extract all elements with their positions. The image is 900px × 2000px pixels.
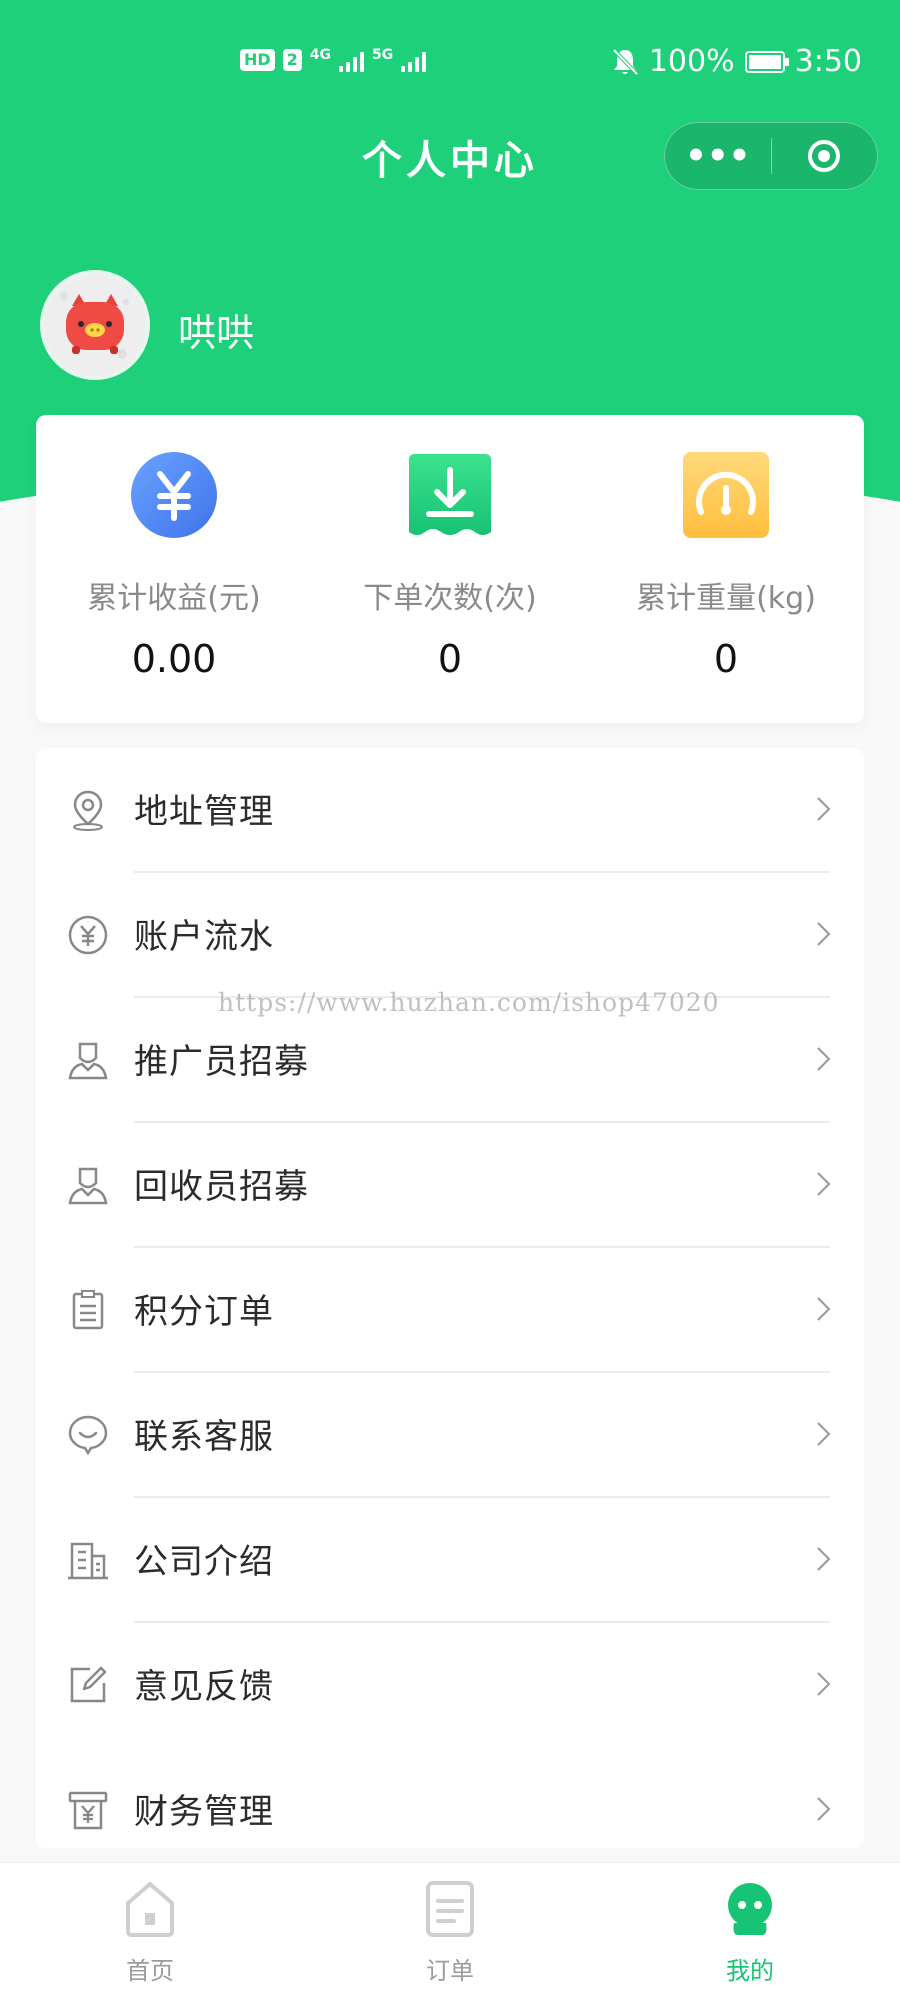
status-left: HD 2 4G 5G bbox=[240, 47, 427, 72]
battery-icon bbox=[744, 50, 789, 73]
menu-label: 意见反馈 bbox=[134, 1667, 274, 1707]
menu-item-account-flow[interactable]: 账户流水 bbox=[36, 873, 864, 998]
status-right: 100% 3:50 bbox=[611, 44, 862, 79]
personal-center-page: HD 2 4G 5G 100% 3:50 个人中心 ••• 哄哄 累计收益(元)… bbox=[0, 0, 900, 2000]
stat-earnings[interactable]: 累计收益(元) 0.00 bbox=[36, 415, 312, 723]
signal-icon-2 bbox=[401, 48, 427, 72]
menu-label: 财务管理 bbox=[134, 1792, 274, 1832]
signal-icon bbox=[339, 48, 365, 72]
target-icon bbox=[808, 140, 841, 172]
edit-icon bbox=[70, 1666, 107, 1703]
stat-label: 下单次数(次) bbox=[363, 581, 537, 616]
battery-percent: 100% bbox=[648, 44, 735, 79]
menu-item-points-orders[interactable]: 积分订单 bbox=[36, 1248, 864, 1373]
stat-label: 累计收益(元) bbox=[87, 581, 261, 616]
watermark: https://www.huzhan.com/ishop47020 bbox=[218, 988, 720, 1017]
profile-icon bbox=[728, 1883, 772, 1935]
menu-label: 账户流水 bbox=[134, 917, 274, 957]
chat-icon bbox=[68, 1415, 108, 1456]
home-icon bbox=[126, 1882, 174, 1937]
menu-label: 积分订单 bbox=[134, 1292, 274, 1332]
menu-label: 回收员招募 bbox=[134, 1167, 309, 1207]
clock: 3:50 bbox=[794, 44, 862, 79]
close-miniprogram-button[interactable] bbox=[772, 140, 878, 172]
pig-avatar-icon bbox=[44, 274, 146, 376]
hd-badge: HD bbox=[240, 49, 275, 71]
location-icon bbox=[73, 790, 103, 831]
menu-label: 地址管理 bbox=[134, 792, 274, 832]
network-5g-label: 5G bbox=[372, 47, 394, 63]
tab-bar: 首页 订单 我的 bbox=[0, 1862, 900, 2000]
chevron-right-icon bbox=[817, 1422, 831, 1446]
menu-label: 推广员招募 bbox=[134, 1042, 309, 1082]
tab-mine[interactable]: 我的 bbox=[600, 1863, 900, 2000]
stat-value: 0 bbox=[437, 637, 463, 681]
stat-orders[interactable]: 下单次数(次) 0 bbox=[312, 415, 588, 723]
tab-home[interactable]: 首页 bbox=[0, 1863, 300, 2000]
menu-item-feedback[interactable]: 意见反馈 bbox=[36, 1623, 864, 1748]
menu-item-address[interactable]: 地址管理 bbox=[36, 748, 864, 873]
menu-item-company-intro[interactable]: 公司介绍 bbox=[36, 1498, 864, 1623]
stat-weight[interactable]: 累计重量(kg) 0 bbox=[588, 415, 864, 723]
yuan-icon bbox=[131, 452, 217, 538]
stat-value: 0.00 bbox=[131, 637, 217, 681]
network-4g-label: 4G bbox=[309, 47, 332, 63]
menu-item-collector-recruit[interactable]: 回收员招募 bbox=[36, 1123, 864, 1248]
menu-card: 地址管理 账户流水 推广员招募 回收员招募 积分订单 联系客服 公司介绍 意见反… bbox=[36, 748, 864, 1848]
more-button[interactable]: ••• bbox=[665, 126, 771, 186]
menu-label: 公司介绍 bbox=[134, 1542, 274, 1582]
gauge-icon bbox=[683, 452, 769, 538]
download-icon bbox=[409, 454, 491, 535]
stat-value: 0 bbox=[713, 637, 739, 681]
menu-label: 联系客服 bbox=[134, 1417, 274, 1457]
person-icon bbox=[68, 1042, 108, 1080]
chevron-right-icon bbox=[817, 1672, 831, 1696]
order-icon bbox=[426, 1881, 474, 1937]
chevron-right-icon bbox=[817, 1297, 831, 1321]
tab-orders[interactable]: 订单 bbox=[300, 1863, 600, 2000]
building-icon bbox=[68, 1542, 108, 1580]
chevron-right-icon bbox=[817, 1047, 831, 1071]
sim-badge: 2 bbox=[282, 49, 302, 71]
chevron-right-icon bbox=[817, 797, 831, 821]
tab-label: 我的 bbox=[726, 1957, 774, 1985]
mute-icon bbox=[612, 48, 639, 75]
finance-icon bbox=[68, 1791, 108, 1830]
yuan-circle-icon bbox=[68, 915, 108, 955]
clipboard-icon bbox=[72, 1290, 104, 1330]
tab-label: 首页 bbox=[126, 1957, 174, 1985]
chevron-right-icon bbox=[817, 1172, 831, 1196]
username: 哄哄 bbox=[178, 311, 255, 355]
chevron-right-icon bbox=[817, 1547, 831, 1571]
person-icon bbox=[68, 1167, 108, 1205]
menu-item-finance[interactable]: 财务管理 bbox=[36, 1748, 864, 1873]
tab-label: 订单 bbox=[426, 1957, 474, 1985]
stats-card: 累计收益(元) 0.00 下单次数(次) 0 累计重量(kg) 0 bbox=[36, 415, 864, 723]
miniprogram-capsule: ••• bbox=[664, 122, 878, 190]
avatar[interactable] bbox=[40, 270, 150, 380]
chevron-right-icon bbox=[817, 1797, 831, 1821]
menu-item-customer-service[interactable]: 联系客服 bbox=[36, 1373, 864, 1498]
chevron-right-icon bbox=[817, 922, 831, 946]
stat-label: 累计重量(kg) bbox=[636, 581, 816, 616]
status-bar: HD 2 4G 5G 100% 3:50 bbox=[0, 40, 900, 90]
